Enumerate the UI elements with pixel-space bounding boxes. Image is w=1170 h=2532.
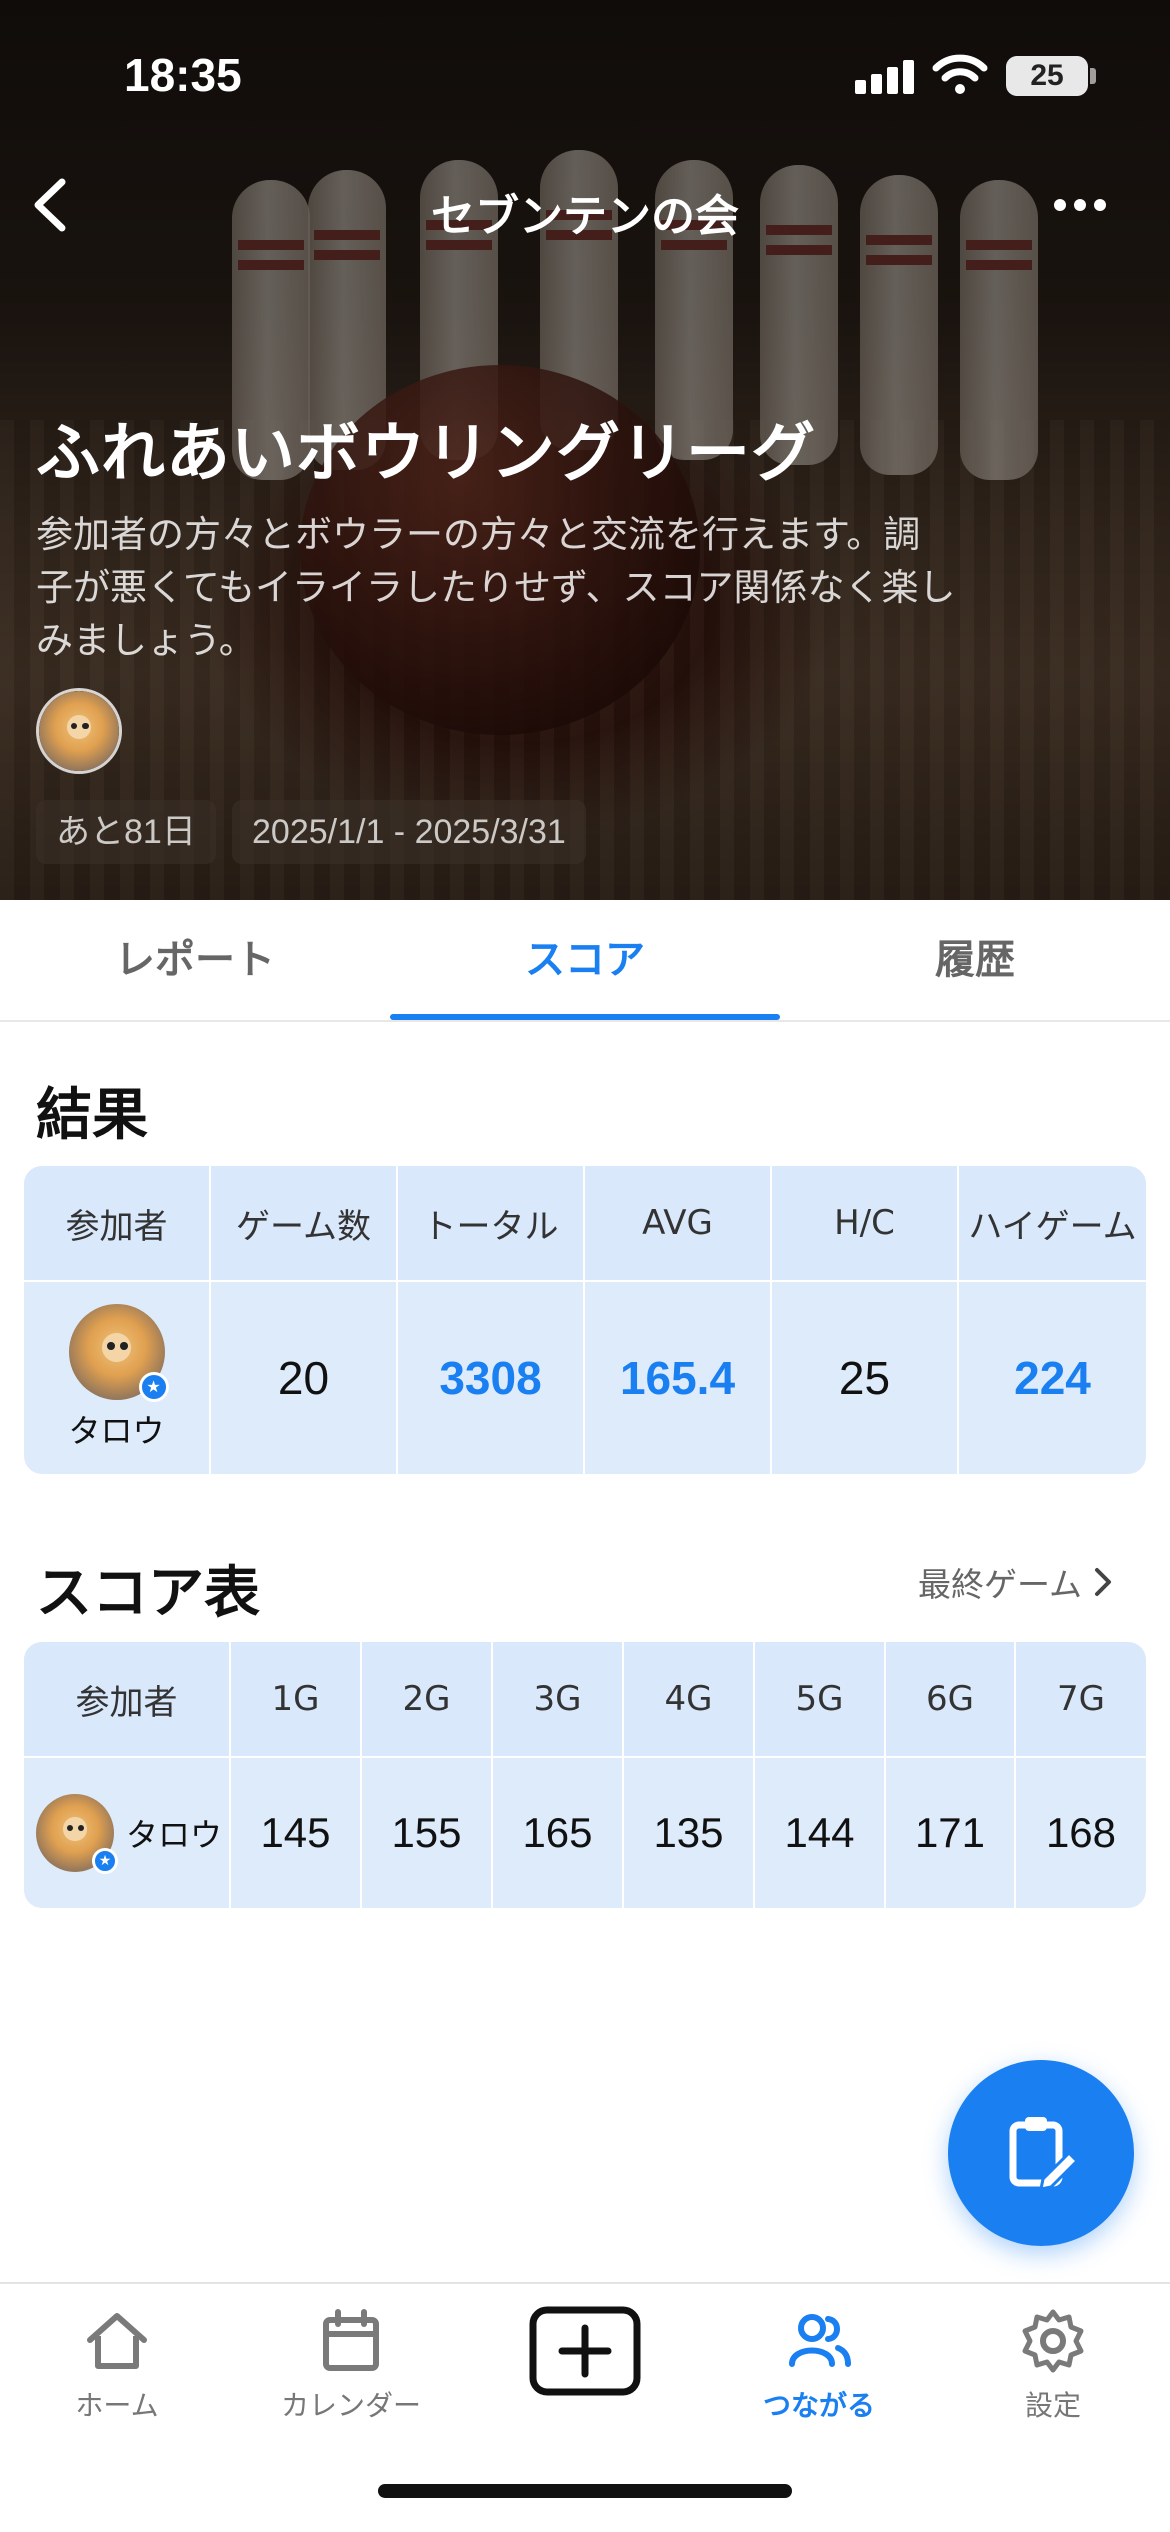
results-table: 参加者 ゲーム数 トータル AVG H/C ハイゲーム ★ タロウ 20 330… xyxy=(24,1166,1146,1474)
avatar[interactable] xyxy=(36,688,122,774)
header-cell: 4G xyxy=(624,1642,755,1756)
clipboard-edit-icon xyxy=(1009,2117,1080,2191)
header-cell: 6G xyxy=(886,1642,1016,1756)
tab-history[interactable]: 履歴 xyxy=(780,900,1170,1022)
header-cell: 7G xyxy=(1057,1679,1105,1719)
participant-name: タロウ xyxy=(126,1816,223,1854)
nav-label: カレンダー xyxy=(280,2389,421,2422)
calendar-icon xyxy=(323,2309,379,2371)
table-header: 参加者 1G 2G 3G 4G 5G 6G 7G xyxy=(24,1642,1146,1758)
nav-settings[interactable]: 設定 xyxy=(936,2306,1170,2446)
period-badge: 2025/1/1 - 2025/3/31 xyxy=(232,800,586,864)
nav-bar: セブンテンの会 xyxy=(0,160,1170,250)
game-score: 144 xyxy=(755,1758,886,1908)
avatar: ★ xyxy=(68,1304,169,1402)
table-row[interactable]: ★ タロウ 145 155 165 135 144 171 168 xyxy=(24,1758,1146,1908)
handicap: 25 xyxy=(772,1282,959,1474)
chevron-right-icon xyxy=(1095,1568,1112,1596)
star-badge-icon: ★ xyxy=(92,1848,118,1874)
table-header: 参加者 ゲーム数 トータル AVG H/C ハイゲーム xyxy=(24,1166,1146,1282)
tab-report[interactable]: レポート xyxy=(0,900,390,1022)
header-cell: 3G xyxy=(493,1642,624,1756)
nav-home[interactable]: ホーム xyxy=(0,2306,234,2446)
game-score: 145 xyxy=(231,1758,362,1908)
nav-label: ホーム xyxy=(75,2389,159,2422)
home-indicator xyxy=(378,2484,792,2498)
event-hero: 18:35 25 セブンテンの会 ふれあいボウリングリーグ 参加者の方々とボウラ… xyxy=(0,0,1170,900)
nav-title: セブンテンの会 xyxy=(431,191,739,242)
high-game[interactable]: 224 xyxy=(959,1282,1146,1474)
header-cell: 参加者 xyxy=(24,1166,211,1280)
game-score: 168 xyxy=(1045,1809,1117,1856)
tab-bar: レポート スコア 履歴 xyxy=(0,900,1170,1022)
last-game-label: 最終ゲーム xyxy=(918,1565,1083,1604)
tab-score[interactable]: スコア xyxy=(390,900,780,1022)
signal-icon xyxy=(855,58,915,94)
event-title: ふれあいボウリングリーグ xyxy=(36,417,816,491)
score-table: 参加者 1G 2G 3G 4G 5G 6G 7G ★ タロウ 145 155 1… xyxy=(24,1642,1146,1908)
game-score: 171 xyxy=(886,1758,1016,1908)
wifi-icon xyxy=(932,54,988,94)
event-description: 参加者の方々とボウラーの方々と交流を行えます。調子が悪くてもイライラしたりせず、… xyxy=(36,513,956,662)
header-cell: 参加者 xyxy=(24,1642,231,1756)
remaining-days-badge: あと81日 xyxy=(36,800,216,864)
battery-icon: 25 xyxy=(1006,56,1088,96)
participant-name: タロウ xyxy=(68,1412,165,1450)
nav-calendar[interactable]: カレンダー xyxy=(234,2306,468,2446)
nav-connect[interactable]: つながる xyxy=(702,2306,936,2446)
nav-label: つながる xyxy=(762,2389,875,2422)
games-count: 20 xyxy=(211,1282,398,1474)
more-icon[interactable] xyxy=(1050,190,1110,220)
participant-cell[interactable]: ★ タロウ xyxy=(24,1758,231,1908)
header-cell: トータル xyxy=(398,1166,585,1280)
gear-icon xyxy=(1022,2309,1084,2373)
star-badge-icon: ★ xyxy=(138,1372,169,1402)
header-cell: H/C xyxy=(772,1166,959,1280)
add-icon xyxy=(529,2306,641,2396)
header-cell: ハイゲーム xyxy=(968,1206,1137,1247)
header-cell: AVG xyxy=(585,1166,772,1280)
header-cell: ゲーム数 xyxy=(211,1166,398,1280)
people-icon xyxy=(789,2314,851,2367)
nav-label: 設定 xyxy=(1024,2389,1081,2422)
score-table-title: スコア表 xyxy=(36,1561,260,1626)
last-game-link[interactable]: 最終ゲーム xyxy=(918,1558,1114,1606)
tab-indicator xyxy=(390,1014,780,1020)
game-score: 155 xyxy=(362,1758,493,1908)
status-bar: 18:35 25 xyxy=(0,0,1170,150)
average-score[interactable]: 165.4 xyxy=(585,1282,772,1474)
participant-cell[interactable]: ★ タロウ xyxy=(24,1282,211,1474)
game-score: 165 xyxy=(493,1758,624,1908)
status-time: 18:35 xyxy=(124,49,242,101)
results-title: 結果 xyxy=(36,1083,148,1148)
header-cell: 5G xyxy=(755,1642,886,1756)
total-score[interactable]: 3308 xyxy=(398,1282,585,1474)
nav-add[interactable] xyxy=(468,2306,702,2446)
edit-score-button[interactable] xyxy=(948,2060,1134,2246)
home-icon xyxy=(87,2313,147,2369)
avatar: ★ xyxy=(36,1794,118,1874)
header-cell: 1G xyxy=(231,1642,362,1756)
game-score: 135 xyxy=(624,1758,755,1908)
header-cell: 2G xyxy=(362,1642,493,1756)
table-row[interactable]: ★ タロウ 20 3308 165.4 25 224 xyxy=(24,1282,1146,1474)
